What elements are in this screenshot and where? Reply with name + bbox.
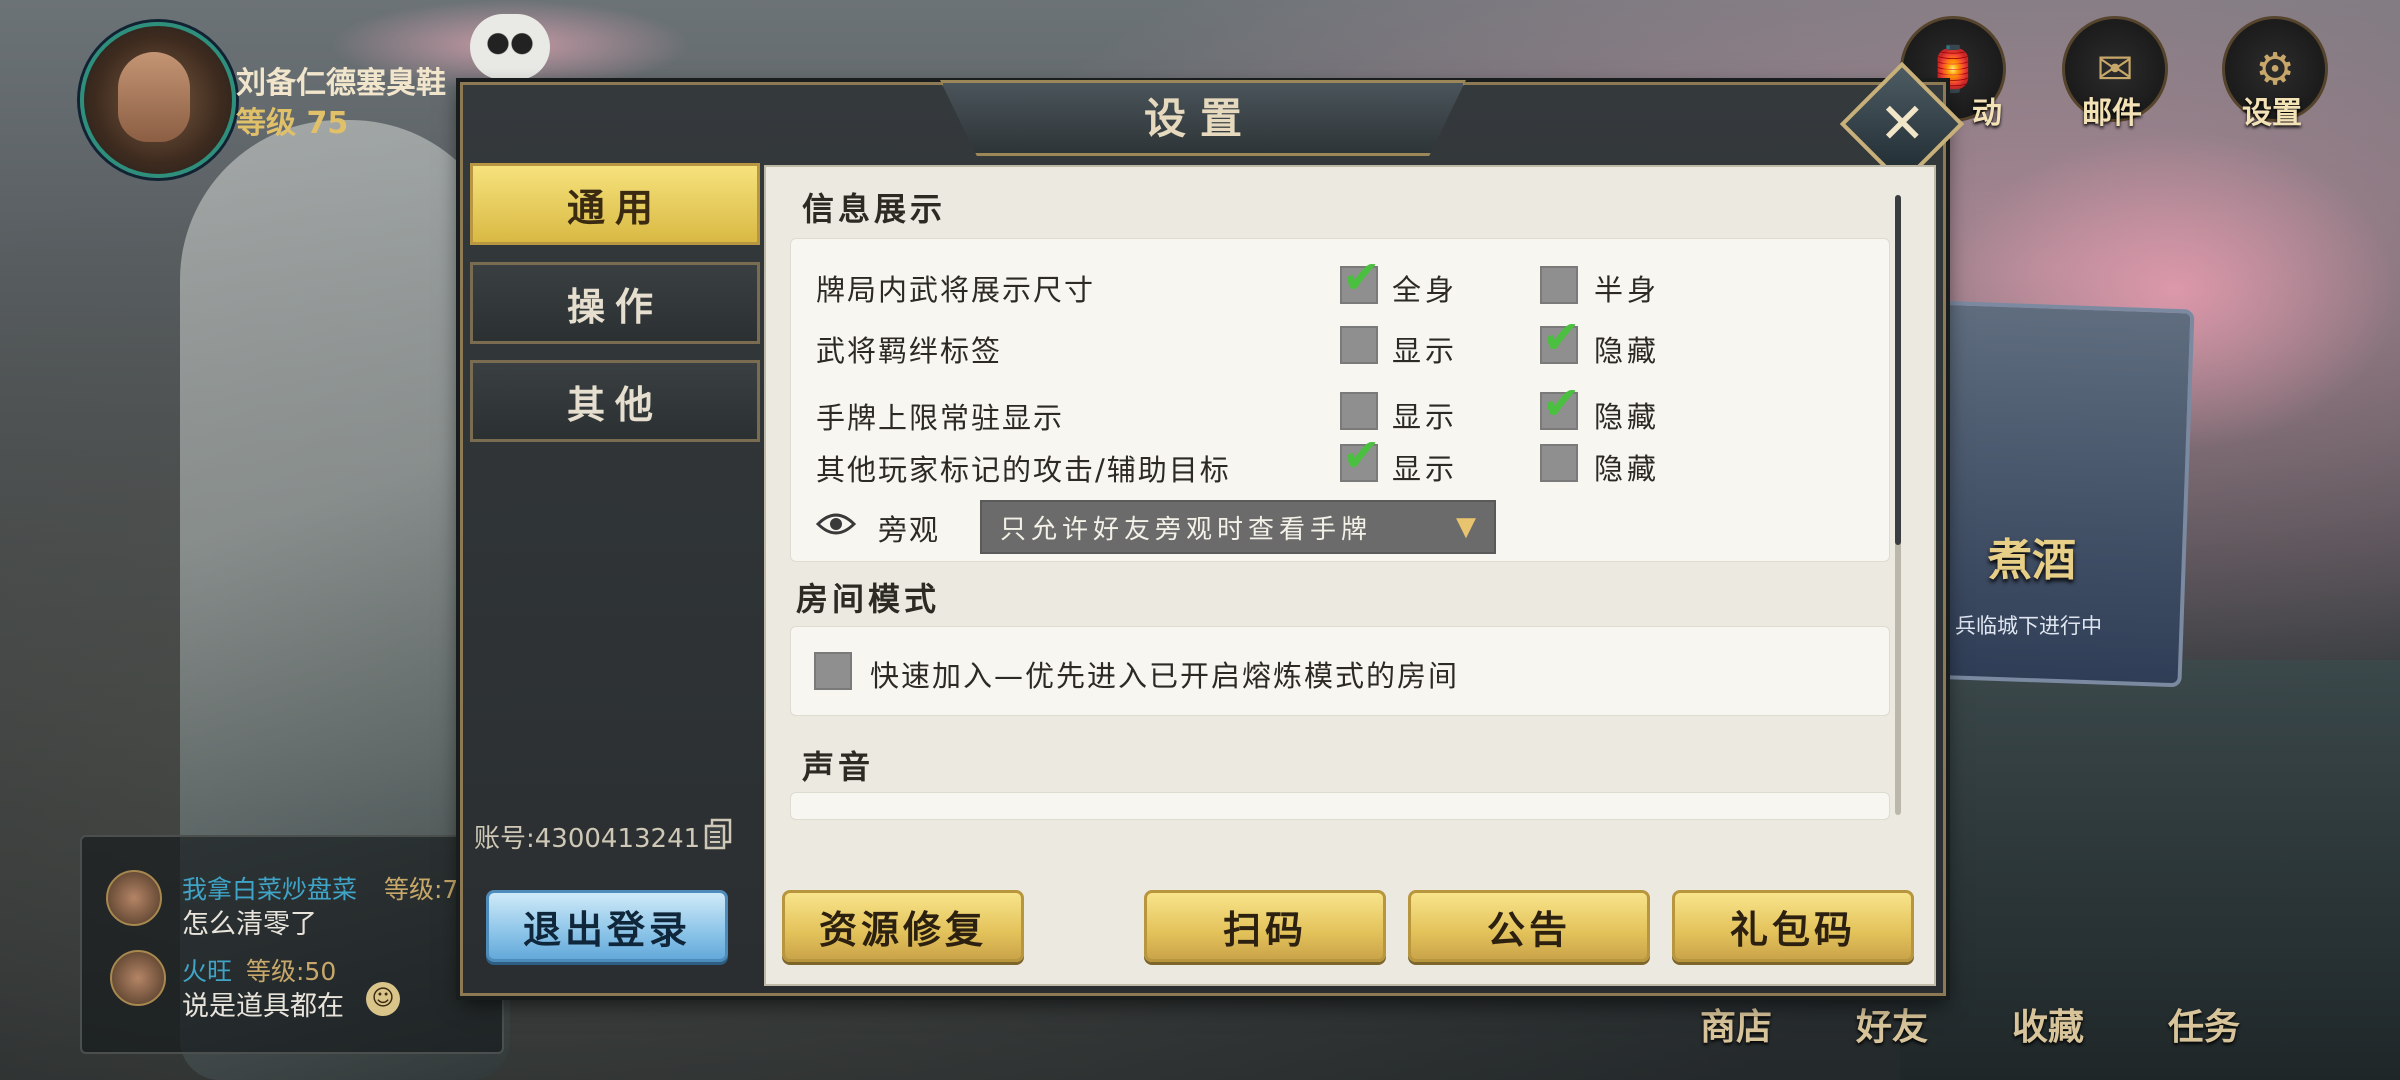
nav-shop[interactable]: 商店 [1700,998,1772,1050]
close-icon: ✕ [1878,90,1926,156]
scrollbar-thumb[interactable] [1895,195,1901,545]
background-scenery [1900,660,2400,1080]
chat-message: 怎么清零了 [182,909,317,940]
chat-sender-level: 等级:50 [246,957,337,986]
section-sound-title: 声音 [802,748,875,786]
checkbox-bond-show[interactable] [1340,326,1378,364]
check-icon: ✔ [1542,376,1581,430]
tab-general[interactable]: 通用 [470,163,760,245]
event-subtitle: 兵临城下进行中 [1955,614,2102,638]
eye-icon [816,513,856,535]
account-id: 账号:4300413241 [474,824,701,854]
spectate-dropdown[interactable]: 只允许好友旁观时查看手牌 ▼ [980,500,1496,554]
nav-tasks[interactable]: 任务 [2168,998,2240,1050]
mail-label: 邮件 [2082,96,2142,131]
checkbox-halfbody[interactable] [1540,266,1578,304]
player-name: 刘备仁德塞臭鞋 [236,66,446,101]
checkbox-quick-join[interactable] [814,652,852,690]
spectate-dropdown-value: 只允许好友旁观时查看手牌 [1000,514,1373,545]
panda-decoration [470,14,550,80]
option-hide: 隐藏 [1594,452,1661,486]
option-show: 显示 [1392,452,1459,486]
emoji-icon: ☺ [366,982,400,1016]
sound-settings-card [790,792,1890,820]
checkbox-bond-hide[interactable]: ✔ [1540,314,1581,364]
event-title: 煮酒 [1988,535,2076,586]
checkbox-fullbody[interactable]: ✔ [1340,254,1381,304]
option-hide: 隐藏 [1594,400,1661,434]
logout-button[interactable]: 退出登录 [486,890,728,962]
section-info-title: 信息展示 [802,190,947,228]
player-level: 等级 75 [236,106,349,141]
nav-friends[interactable]: 好友 [1856,998,1928,1050]
notice-button[interactable]: 公告 [1408,890,1650,962]
checkbox-target-hide[interactable] [1540,444,1578,482]
row-label-hero-size: 牌局内武将展示尺寸 [816,273,1096,307]
chat-message: 说是道具都在 [182,991,344,1022]
check-icon: ✔ [1342,428,1381,482]
chat-sender-level: 等级:7 [384,875,459,904]
row-label-bond-tag: 武将羁绊标签 [816,334,1003,368]
check-icon: ✔ [1542,310,1581,364]
option-fullbody: 全身 [1392,273,1459,307]
chat-sender-name[interactable]: 我拿白菜炒盘菜 [182,870,357,906]
copy-icon[interactable] [704,818,732,850]
option-show: 显示 [1392,400,1459,434]
tab-other[interactable]: 其他 [470,360,760,442]
chat-avatar [106,870,162,926]
checkbox-hand-show[interactable] [1340,392,1378,430]
checkbox-target-show[interactable]: ✔ [1340,432,1381,482]
chevron-down-icon: ▼ [1456,512,1476,542]
nav-favorites[interactable]: 收藏 [2012,998,2084,1050]
row-label-target-marks: 其他玩家标记的攻击/辅助目标 [816,453,1231,487]
quick-join-label: 快速加入—优先进入已开启熔炼模式的房间 [870,659,1460,693]
check-icon: ✔ [1342,250,1381,304]
settings-label: 设置 [2242,96,2302,131]
chat-sender-name[interactable]: 火旺 [182,952,232,988]
modal-title: 设置 [1143,94,1256,143]
option-show: 显示 [1392,334,1459,368]
chat-avatar [110,950,166,1006]
spectate-label: 旁观 [878,513,941,547]
tab-controls[interactable]: 操作 [470,262,760,344]
scan-button[interactable]: 扫码 [1144,890,1386,962]
section-room-title: 房间模式 [796,580,941,618]
option-halfbody: 半身 [1594,273,1661,307]
gift-code-button[interactable]: 礼包码 [1672,890,1914,962]
avatar-portrait [118,52,190,142]
option-hide: 隐藏 [1594,334,1661,368]
resource-repair-button[interactable]: 资源修复 [782,890,1024,962]
checkbox-hand-hide[interactable]: ✔ [1540,380,1581,430]
row-label-hand-limit: 手牌上限常驻显示 [816,401,1065,435]
